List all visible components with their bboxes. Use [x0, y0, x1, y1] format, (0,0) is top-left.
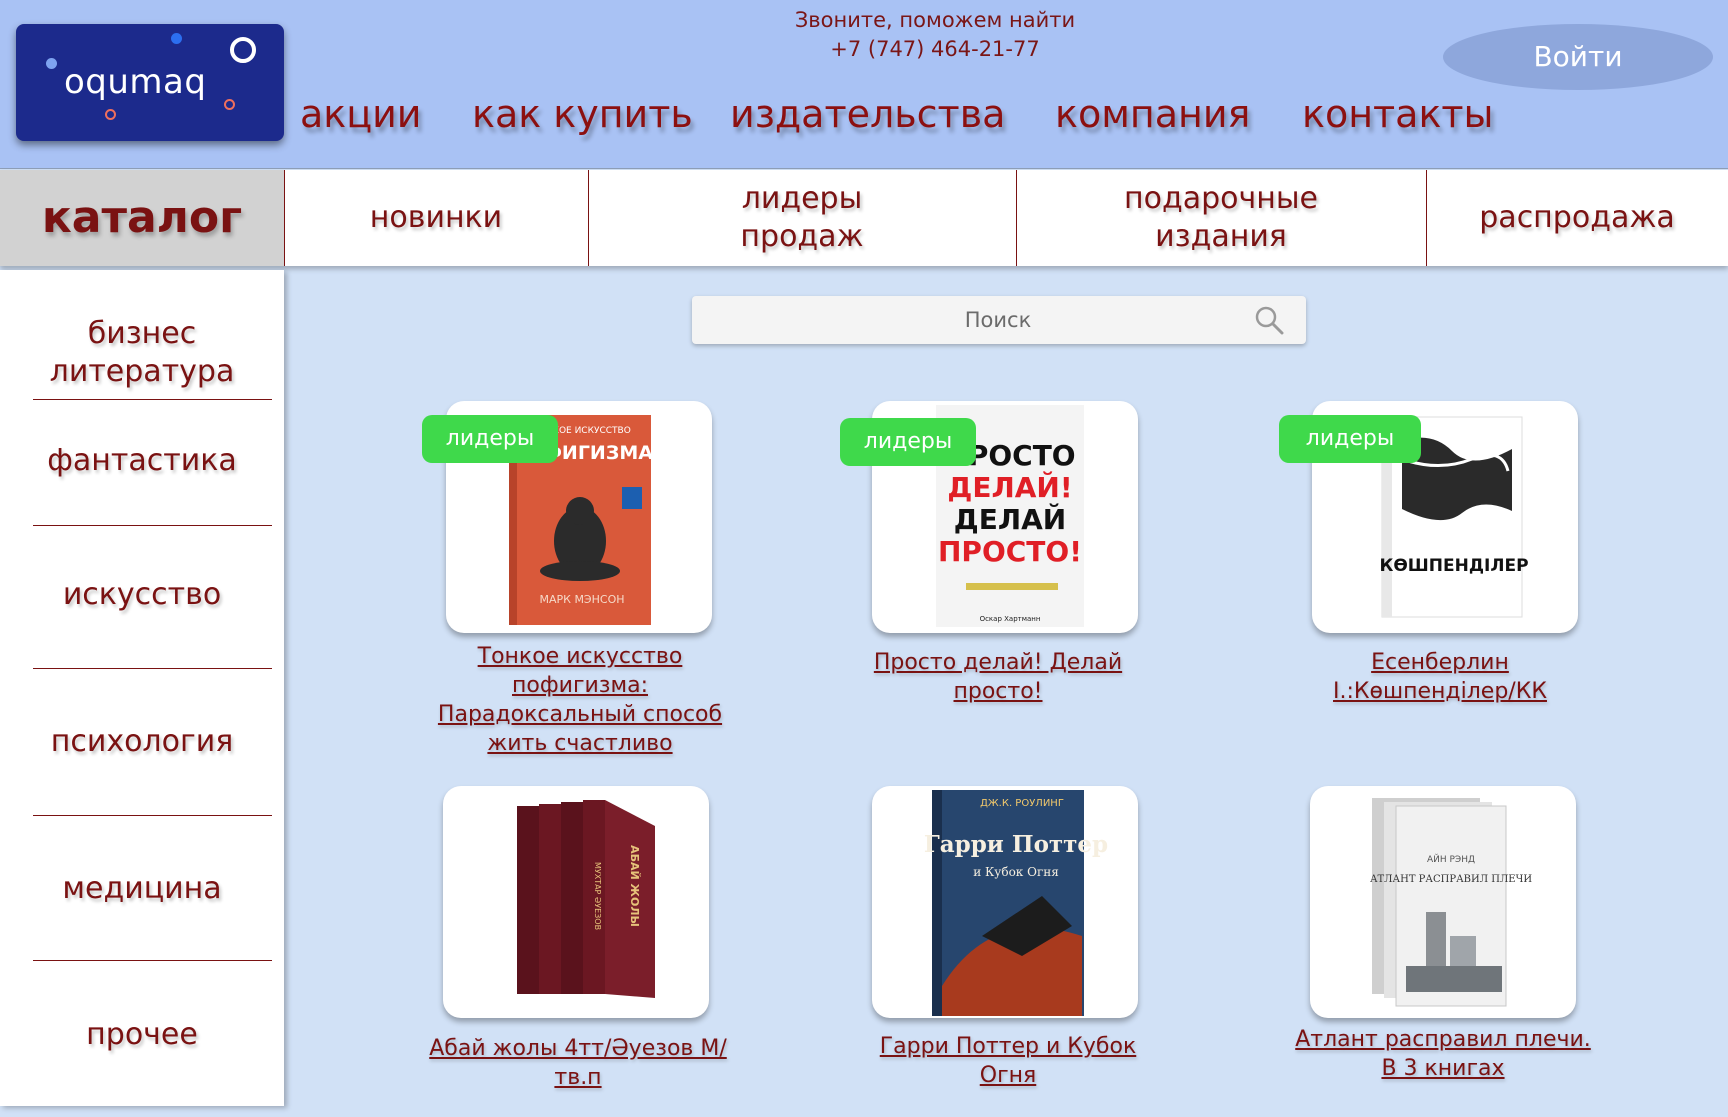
nav-item-how-to-buy[interactable]: как купить	[472, 90, 693, 138]
divider	[33, 960, 272, 961]
divider	[33, 399, 272, 400]
cover-line: ДЕЛАЙ!	[947, 470, 1072, 504]
product-card[interactable]: АЙН РЭНД АТЛАНТ РАСПРАВИЛ ПЛЕЧИ	[1310, 786, 1576, 1018]
product-title[interactable]: Атлант расправил плечи. В 3 книгах	[1293, 1025, 1593, 1083]
divider	[33, 668, 272, 669]
nav-item-company[interactable]: компания	[1055, 90, 1250, 138]
logo-dot	[171, 33, 182, 44]
sidebar-item-fantasy[interactable]: фантастика	[0, 442, 284, 480]
contact-phone[interactable]: +7 (747) 464-21-77	[700, 35, 1170, 64]
badge-bestseller[interactable]: лидеры	[1279, 415, 1421, 463]
badge-bestseller[interactable]: лидеры	[840, 418, 976, 466]
contact-info: Звоните, поможем найти +7 (747) 464-21-7…	[700, 6, 1170, 64]
cover-subtitle: и Кубок Огня	[973, 865, 1059, 879]
category-bar: каталог новинки лидеры продаж подарочные…	[0, 170, 1728, 266]
product-title[interactable]: Тонкое искусство пофигизма: Парадоксальн…	[430, 642, 730, 758]
divider	[33, 525, 272, 526]
tab-gift-editions[interactable]: подарочные издания	[1016, 170, 1426, 266]
cover-author: АЙН РЭНД	[1427, 853, 1475, 865]
sidebar: бизнес литература фантастика искусство п…	[0, 270, 284, 1106]
product-title[interactable]: Абай жолы 4тт/Әуезов М/ тв.п	[428, 1034, 728, 1092]
badge-bestseller[interactable]: лидеры	[422, 415, 558, 463]
product-card[interactable]: АБАЙ ЖОЛЫ МУХТАР ӘУЕЗОВ	[443, 786, 709, 1018]
sidebar-item-business[interactable]: бизнес литература	[0, 315, 284, 391]
nav-item-promotions[interactable]: акции	[300, 90, 422, 138]
book-cover-image: ДЖ.К. РОУЛИНГ Гарри Поттер и Кубок Огня	[924, 790, 1108, 1016]
cover-author: МАРК МЭНСОН	[539, 593, 624, 606]
product-title[interactable]: Гарри Поттер и Кубок Огня	[858, 1032, 1158, 1090]
tab-new[interactable]: новинки	[284, 170, 588, 266]
cover-title: АТЛАНТ РАСПРАВИЛ ПЛЕЧИ	[1370, 874, 1532, 885]
cover-title: Гарри Поттер	[924, 831, 1108, 858]
cover-title: КӨШПЕНДІЛЕР	[1379, 556, 1528, 576]
logo-dot	[46, 58, 57, 69]
product-title[interactable]: Есенберлин І.:Көшпенділер/КК	[1290, 648, 1590, 706]
cover-title: АБАЙ ЖОЛЫ	[628, 845, 641, 927]
cover-author: МУХТАР ӘУЕЗОВ	[593, 862, 602, 930]
cover-line: ДЕЛАЙ	[954, 502, 1066, 536]
book-cover-image: АБАЙ ЖОЛЫ МУХТАР ӘУЕЗОВ	[517, 800, 655, 998]
search-input[interactable]	[692, 296, 1232, 344]
tab-gift-editions-label: подарочные издания	[1124, 181, 1318, 254]
nav-item-publishers[interactable]: издательства	[730, 90, 1005, 138]
tab-bestsellers-label: лидеры продаж	[740, 181, 864, 254]
cover-line: ПРОСТО!	[938, 535, 1082, 568]
catalog-tab[interactable]: каталог	[0, 170, 284, 266]
book-cover-image: АЙН РЭНД АТЛАНТ РАСПРАВИЛ ПЛЕЧИ	[1370, 798, 1532, 1007]
top-nav: акции как купить издательства компания к…	[0, 90, 1728, 150]
sidebar-item-art[interactable]: искусство	[0, 576, 284, 614]
nav-item-contacts[interactable]: контакты	[1302, 90, 1494, 138]
tab-bestsellers[interactable]: лидеры продаж	[588, 170, 1016, 266]
product-title[interactable]: Просто делай! Делай просто!	[848, 648, 1148, 706]
tab-sale-label: распродажа	[1479, 200, 1675, 235]
tab-sale[interactable]: распродажа	[1426, 170, 1728, 266]
search-icon[interactable]	[1254, 305, 1284, 335]
search-bar	[692, 296, 1306, 344]
tab-new-label: новинки	[369, 200, 503, 235]
sidebar-item-other[interactable]: прочее	[0, 1016, 284, 1054]
divider	[33, 815, 272, 816]
product-card[interactable]: ДЖ.К. РОУЛИНГ Гарри Поттер и Кубок Огня	[872, 786, 1138, 1018]
header: oqumaq Звоните, поможем найти +7 (747) 4…	[0, 0, 1728, 169]
login-button[interactable]: Войти	[1443, 24, 1713, 90]
page: oqumaq Звоните, поможем найти +7 (747) 4…	[0, 0, 1728, 1117]
sidebar-item-psychology[interactable]: психология	[0, 723, 284, 761]
contact-tagline: Звоните, поможем найти	[794, 8, 1076, 32]
cover-author: Оскар Хартманн	[980, 615, 1041, 623]
logo-dot	[230, 37, 256, 63]
sidebar-item-medicine[interactable]: медицина	[0, 870, 284, 908]
cover-author: ДЖ.К. РОУЛИНГ	[980, 798, 1064, 809]
